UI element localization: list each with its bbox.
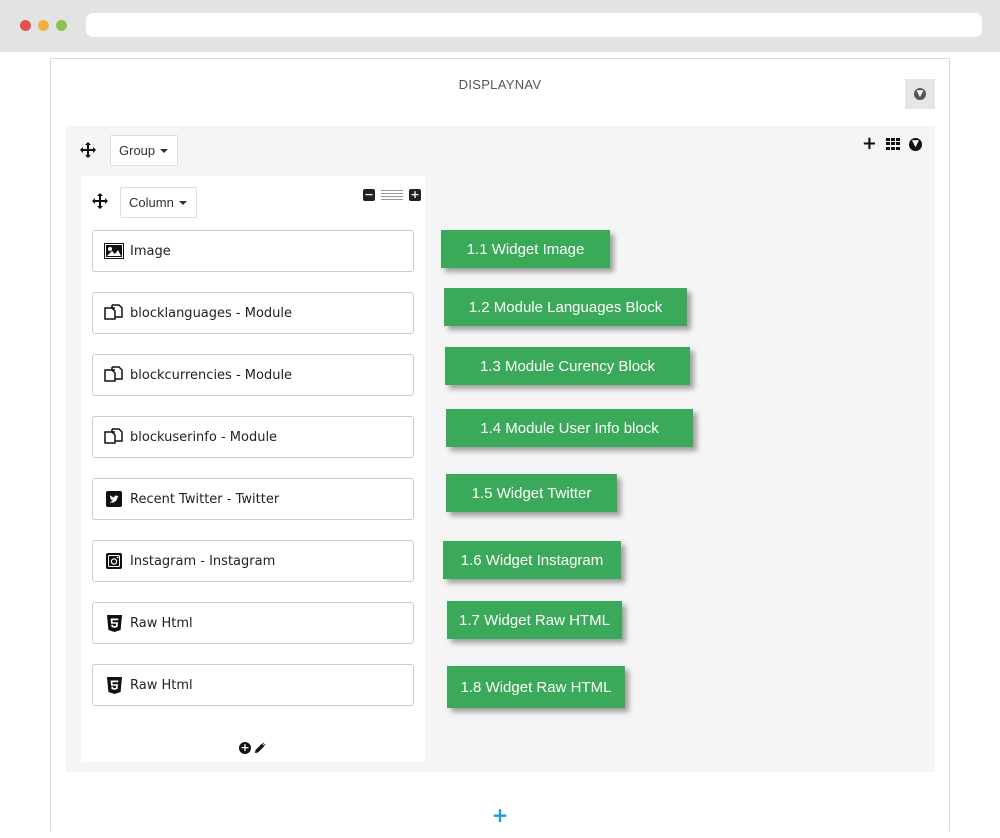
- callout-label: 1.1 Widget Image: [441, 230, 610, 268]
- twitter-icon: [104, 490, 124, 508]
- callout-label: 1.5 Widget Twitter: [446, 474, 617, 512]
- widget-label: Raw Html: [130, 615, 193, 631]
- group-dropdown[interactable]: Group: [110, 135, 178, 166]
- group-dropdown-label: Group: [119, 143, 156, 158]
- arrow-down-circle-icon[interactable]: ▼: [909, 137, 922, 151]
- widget-label: Raw Html: [130, 677, 193, 693]
- widget-item[interactable]: blocklanguages - Module: [92, 292, 414, 334]
- caret-down-icon: [178, 200, 187, 205]
- decrease-width-icon[interactable]: −: [363, 189, 375, 201]
- widget-item[interactable]: Raw Html: [92, 602, 414, 644]
- add-row-button[interactable]: +: [51, 803, 949, 827]
- column-dropdown[interactable]: Column: [120, 187, 197, 218]
- minimize-window-dot[interactable]: [38, 20, 49, 31]
- widget-item[interactable]: blockuserinfo - Module: [92, 416, 414, 458]
- image-icon: [104, 242, 124, 260]
- widget-item[interactable]: Raw Html: [92, 664, 414, 706]
- caret-down-icon: [160, 148, 169, 153]
- close-window-dot[interactable]: [20, 20, 31, 31]
- widget-label: blockuserinfo - Module: [130, 429, 278, 445]
- maximize-window-dot[interactable]: [56, 20, 67, 31]
- instagram-icon: [104, 552, 124, 570]
- page-content: DISPLAYNAV ▼ Group + ▼ Column − + Image …: [0, 52, 1000, 838]
- widget-item[interactable]: blockcurrencies - Module: [92, 354, 414, 396]
- widget-label: Recent Twitter - Twitter: [130, 491, 280, 507]
- move-icon[interactable]: [92, 193, 108, 209]
- column-footer: +: [81, 741, 425, 754]
- callout-label: 1.8 Widget Raw HTML: [447, 666, 625, 708]
- module-icon: [104, 304, 124, 322]
- callout-label: 1.2 Module Languages Block: [444, 288, 687, 326]
- column-panel: Column − + Image blocklanguages - Module…: [81, 176, 425, 762]
- html5-icon: [104, 614, 124, 632]
- widget-label: blockcurrencies - Module: [130, 367, 293, 383]
- widget-item[interactable]: Recent Twitter - Twitter: [92, 478, 414, 520]
- add-column-icon[interactable]: +: [862, 135, 877, 153]
- callout-label: 1.7 Widget Raw HTML: [447, 601, 622, 639]
- address-bar[interactable]: [86, 13, 982, 37]
- widget-label: Image: [130, 243, 171, 259]
- widget-label: Instagram - Instagram: [130, 553, 276, 569]
- module-icon: [104, 428, 124, 446]
- browser-toolbar: [0, 0, 1000, 52]
- callout-label: 1.3 Module Curency Block: [445, 347, 690, 385]
- hook-collapse-button[interactable]: ▼: [905, 79, 935, 109]
- widget-item[interactable]: Instagram - Instagram: [92, 540, 414, 582]
- column-toolbar: − +: [363, 189, 421, 201]
- widget-label: blocklanguages - Module: [130, 305, 293, 321]
- arrow-down-circle-icon: ▼: [914, 88, 926, 100]
- module-icon: [104, 366, 124, 384]
- move-icon[interactable]: [80, 142, 96, 158]
- add-widget-icon[interactable]: +: [239, 741, 251, 754]
- column-dropdown-label: Column: [129, 195, 174, 210]
- increase-width-icon[interactable]: +: [409, 189, 421, 201]
- html5-icon: [104, 676, 124, 694]
- callout-label: 1.6 Widget Instagram: [443, 541, 621, 579]
- grid-layout-icon[interactable]: [886, 138, 900, 150]
- edit-pencil-icon[interactable]: [254, 741, 267, 754]
- width-indicator-icon: [381, 190, 403, 200]
- hook-title: DISPLAYNAV: [458, 77, 542, 92]
- widget-item[interactable]: Image: [92, 230, 414, 272]
- group-toolbar: + ▼: [862, 135, 922, 153]
- callout-label: 1.4 Module User Info block: [446, 409, 693, 447]
